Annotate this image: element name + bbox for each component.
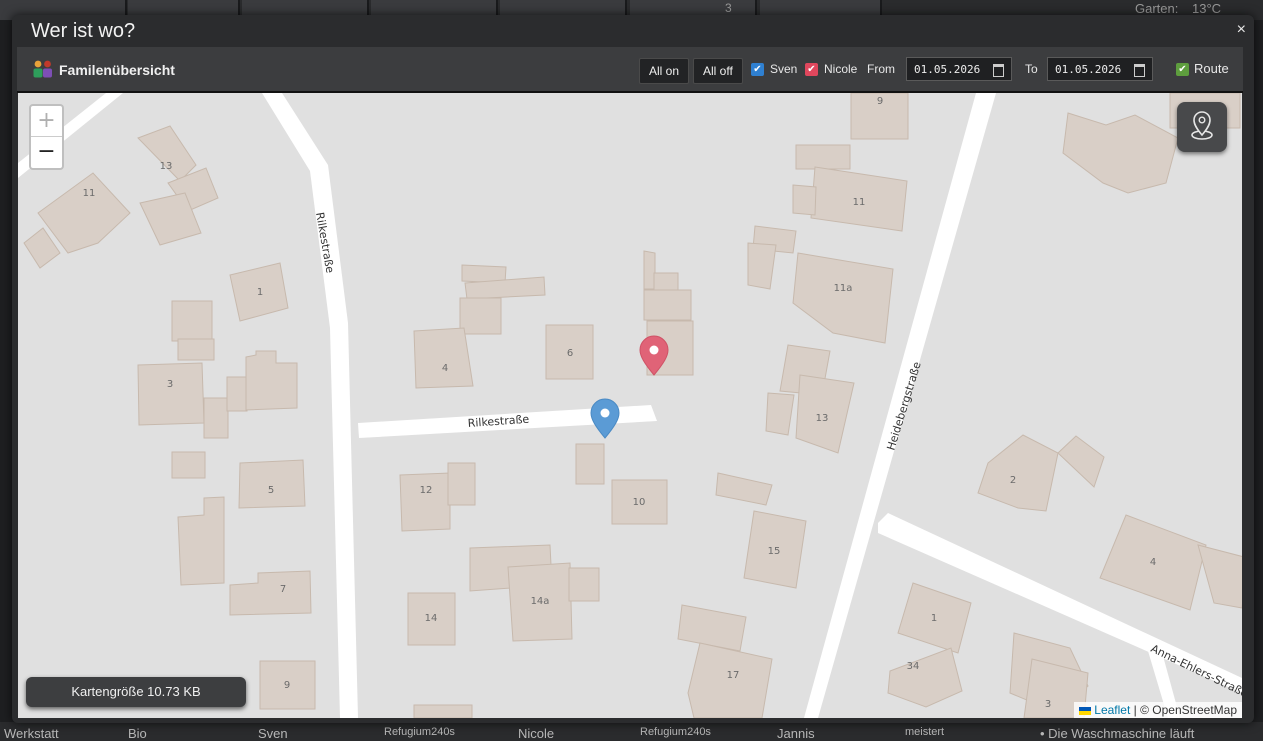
house-number: 13 bbox=[160, 161, 173, 172]
dialog-title: Wer ist wo? bbox=[31, 20, 136, 42]
bottom-item: Refugium240s bbox=[640, 726, 711, 738]
bottom-item: Refugium240s bbox=[384, 726, 455, 738]
bottom-item: Bio bbox=[128, 726, 147, 741]
sven-label: Sven bbox=[770, 62, 798, 76]
garden-label: Garten: bbox=[1135, 1, 1179, 16]
house-number: 13 bbox=[816, 413, 829, 424]
nicole-label: Nicole bbox=[824, 62, 858, 76]
bottom-item: meistert bbox=[905, 726, 945, 738]
house-number: 4 bbox=[442, 363, 448, 374]
map-size-button[interactable]: Kartengröße 10.73 KB bbox=[26, 677, 246, 707]
to-label: To bbox=[1025, 62, 1038, 76]
bottom-item: Jannis bbox=[777, 726, 815, 741]
tile-number: 3 bbox=[725, 1, 732, 15]
family-icon bbox=[33, 60, 52, 78]
leaflet-link[interactable]: Leaflet bbox=[1094, 703, 1130, 717]
to-date-value: 01.05.2026 bbox=[1055, 63, 1122, 76]
bottom-item: • Die Waschmaschine läuft bbox=[1040, 726, 1195, 741]
from-label: From bbox=[867, 62, 895, 76]
house-number: 5 bbox=[268, 485, 274, 496]
to-date-input[interactable]: 01.05.2026 bbox=[1047, 57, 1153, 81]
map-view[interactable]: 9 13 11 11 11a 1 3 4 6 13 5 12 10 2 7 14… bbox=[18, 93, 1242, 718]
sven-marker[interactable] bbox=[590, 398, 620, 439]
house-number: 10 bbox=[633, 497, 646, 508]
route-label: Route bbox=[1194, 61, 1229, 76]
all-off-button[interactable]: All off bbox=[693, 58, 743, 84]
house-number: 15 bbox=[768, 546, 781, 557]
zoom-control: + − bbox=[29, 104, 64, 170]
house-number: 17 bbox=[727, 670, 740, 681]
from-date-value: 01.05.2026 bbox=[914, 63, 981, 76]
calendar-icon[interactable] bbox=[1134, 64, 1145, 77]
building-shapes bbox=[23, 93, 1242, 718]
route-checkbox[interactable]: ✔ bbox=[1176, 63, 1189, 76]
location-pin-icon bbox=[1191, 111, 1213, 140]
toolbar-title: Familenübersicht bbox=[59, 62, 175, 78]
nicole-checkbox[interactable]: ✔ bbox=[805, 63, 818, 76]
sven-checkbox[interactable]: ✔ bbox=[751, 63, 764, 76]
house-number: 1 bbox=[931, 613, 937, 624]
garden-temp: 13°C bbox=[1192, 1, 1222, 16]
house-number: 3 bbox=[1045, 699, 1051, 710]
calendar-icon[interactable] bbox=[993, 64, 1004, 77]
who-is-where-dialog: Wer ist wo? × Familenübersicht All on Al… bbox=[12, 15, 1254, 723]
bottom-item: Werkstatt bbox=[4, 726, 59, 741]
house-number: 34 bbox=[907, 661, 920, 672]
map-attribution: Leaflet | © OpenStreetMap bbox=[1074, 702, 1242, 718]
house-number: 11 bbox=[83, 188, 96, 199]
from-date-input[interactable]: 01.05.2026 bbox=[906, 57, 1012, 81]
zoom-in-button[interactable]: + bbox=[31, 106, 62, 137]
house-number: 3 bbox=[167, 379, 173, 390]
house-number: 2 bbox=[1010, 475, 1016, 486]
house-number: 12 bbox=[420, 485, 433, 496]
house-number: 11a bbox=[834, 283, 853, 294]
map-tiles: 9 13 11 11 11a 1 3 4 6 13 5 12 10 2 7 14… bbox=[18, 93, 1242, 718]
house-number: 9 bbox=[284, 680, 290, 691]
house-number: 7 bbox=[280, 584, 286, 595]
house-number: 4 bbox=[1150, 557, 1156, 568]
attribution-text: | © OpenStreetMap bbox=[1133, 703, 1237, 717]
bottom-item: Sven bbox=[258, 726, 288, 741]
family-toolbar: Familenübersicht All on All off ✔ Sven ✔… bbox=[17, 47, 1243, 93]
zoom-out-button[interactable]: − bbox=[31, 137, 62, 167]
ukraine-flag-icon bbox=[1079, 706, 1092, 715]
location-button[interactable] bbox=[1177, 102, 1227, 152]
bottom-item: Nicole bbox=[518, 726, 555, 741]
house-number: 14a bbox=[531, 596, 550, 607]
house-number: 6 bbox=[567, 348, 573, 359]
house-number: 14 bbox=[425, 613, 438, 624]
house-number: 11 bbox=[853, 197, 866, 208]
close-button[interactable]: × bbox=[1237, 21, 1246, 39]
house-number: 1 bbox=[257, 287, 263, 298]
all-on-button[interactable]: All on bbox=[639, 58, 690, 84]
house-number: 9 bbox=[877, 96, 883, 107]
